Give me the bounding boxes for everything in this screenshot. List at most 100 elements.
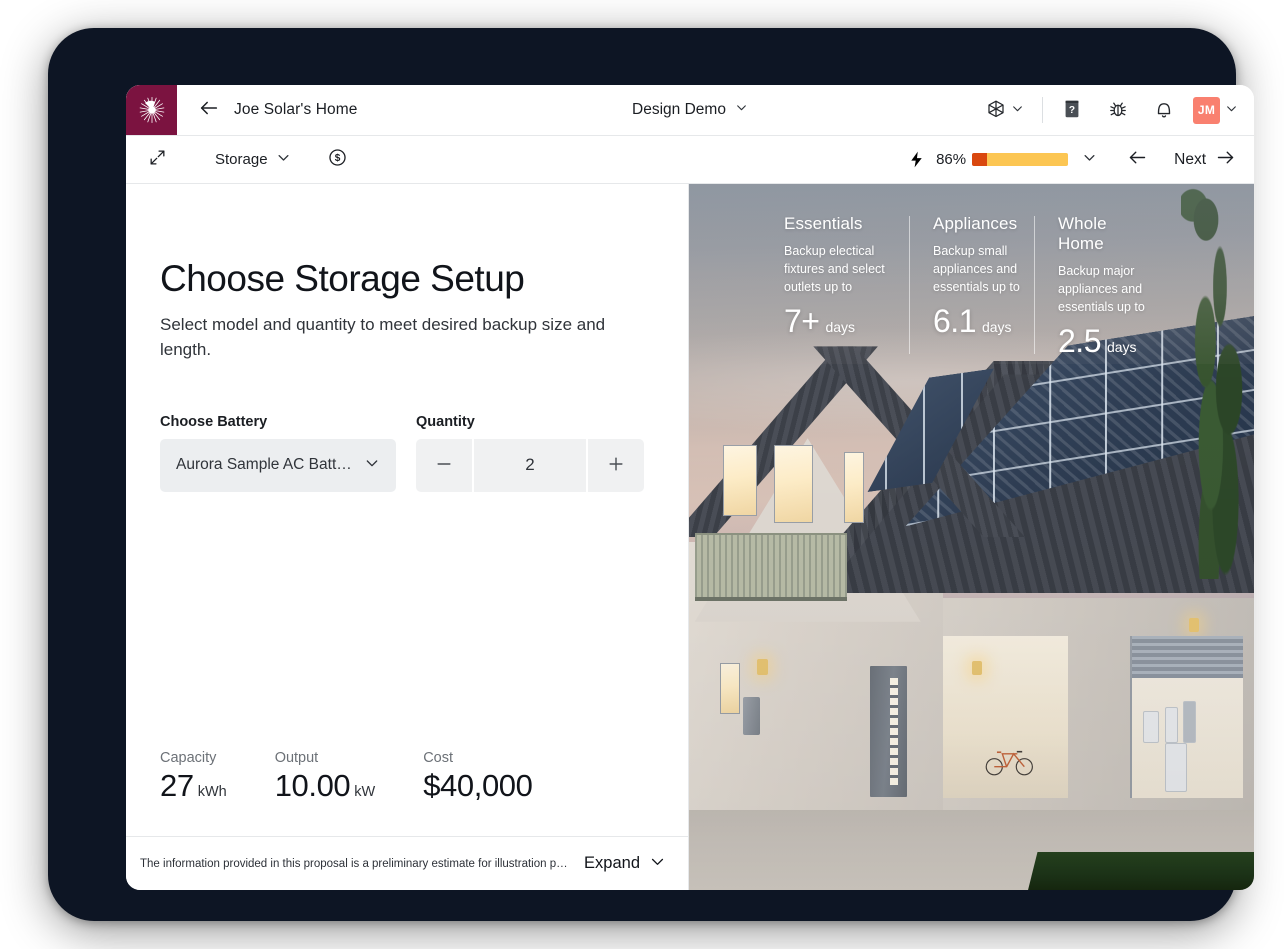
battery-field-group: Choose Battery Aurora Sample AC Batt… [160,414,396,492]
backup-card-description: Backup small appliances and essentials u… [933,244,1020,294]
chevron-down-icon [1225,102,1238,118]
mode-selector-storage[interactable]: Storage [205,144,301,175]
bug-icon [1107,98,1129,123]
stat-value: $40,000 [423,768,533,803]
backup-duration-overlay: Essentials Backup electical fixtures and… [689,184,1254,364]
chevron-down-icon[interactable] [735,101,748,119]
battery-field-label: Choose Battery [160,413,268,430]
top-bar-actions: ? JM [974,85,1254,135]
expand-label: Expand [584,854,640,872]
chevron-down-icon [276,150,291,169]
chevron-down-icon [649,853,666,875]
next-step-button[interactable]: Next [1160,141,1244,179]
storage-summary-stats: Capacity 27 kWh Output 10.00 kW Cost $40,0… [160,750,654,836]
report-bug-button[interactable] [1095,85,1141,136]
stat-value: 27 [160,768,194,803]
chevron-down-icon [364,455,380,476]
minus-icon [434,454,454,477]
backup-card-title: Whole Home [1058,214,1107,253]
secondary-toolbar: Storage $ 86% Next [126,136,1254,184]
stat-cost: Cost $40,000 [423,750,536,804]
stat-unit: kW [354,784,376,800]
quantity-increment-button[interactable] [588,438,644,492]
project-title: Joe Solar's Home [234,101,358,118]
fullscreen-expand-button[interactable] [142,142,177,177]
notifications-button[interactable] [1141,85,1187,136]
chevron-down-icon [1011,102,1024,118]
stat-caption: Capacity [160,750,217,766]
svg-text:$: $ [334,153,340,164]
3d-cube-icon [986,99,1006,122]
progress-segment-consumption [972,153,988,166]
design-progress-percent: 86% [936,151,967,168]
user-menu-button[interactable]: JM [1187,85,1242,136]
quantity-stepper: 2 [416,438,644,492]
backup-days-unit: days [981,319,1012,336]
battery-select-value: Aurora Sample AC Batt… [176,456,352,474]
help-button[interactable]: ? [1049,85,1095,136]
quantity-value[interactable]: 2 [474,438,586,492]
backup-card-title: Essentials [784,214,863,233]
aurora-sunburst-logo[interactable] [126,85,177,135]
configuration-fields: Choose Battery Aurora Sample AC Batt… Qu… [160,414,654,492]
storage-setup-panel: Choose Storage Setup Select model and qu… [126,184,689,890]
backup-days-value: 7+ [784,303,820,340]
design-name: Design Demo [632,101,726,118]
project-breadcrumb[interactable]: Joe Solar's Home [177,85,357,135]
arrow-left-icon[interactable] [198,97,220,124]
backup-card-duration: 7+ days [784,303,895,340]
expand-diagonal-arrows-icon [148,148,167,171]
stat-unit: kWh [197,784,227,800]
stat-value: 10.00 [274,768,351,803]
dollar-circle-icon: $ [327,147,348,172]
mode-label: Storage [215,151,268,168]
toolbar-divider [1042,97,1043,123]
progress-segment-offset [987,153,1069,166]
progress-details-button[interactable] [1074,144,1105,175]
3d-view-button[interactable] [974,85,1036,136]
page-title: Choose Storage Setup [160,258,525,299]
backup-days-unit: days [825,319,856,336]
pricing-button[interactable]: $ [317,141,358,178]
previous-step-button[interactable] [1117,141,1158,178]
stat-capacity: Capacity 27 kWh [160,750,227,804]
stat-value-wrap: 27 kWh [160,768,227,804]
design-progress-group: 86% Next [907,141,1244,179]
quantity-decrement-button[interactable] [416,438,472,492]
plus-icon [606,454,626,477]
backup-days-value: 2.5 [1058,323,1101,360]
backup-card-description: Backup major appliances and essentials u… [1058,264,1145,314]
backup-card-appliances: Appliances Backup small appliances and e… [909,214,1034,364]
quantity-field-group: Quantity 2 [416,414,644,492]
design-visualization-panel[interactable]: Essentials Backup electical fixtures and… [689,184,1254,890]
backup-card-description: Backup electical fixtures and select out… [784,244,885,294]
backup-card-whole-home: Whole Home Backup major appliances and e… [1034,214,1159,364]
arrow-right-icon [1215,147,1236,173]
lightning-bolt-icon [907,150,926,169]
arrow-left-icon [1127,147,1148,172]
next-label: Next [1174,150,1206,168]
backup-card-duration: 2.5 days [1058,323,1145,360]
battery-select[interactable]: Aurora Sample AC Batt… [160,438,396,492]
tablet-device-frame: Joe Solar's Home Design Demo ? JM Storag… [48,28,1254,921]
stat-value-wrap: $40,000 [423,768,536,804]
panel-scroll-region: Choose Storage Setup Select model and qu… [126,184,688,836]
stat-caption: Output [274,750,319,766]
stat-output: Output 10.00 kW [275,750,376,804]
disclaimer-text: The information provided in this proposa… [140,857,571,870]
design-progress-bar [972,153,1069,166]
page-subtitle: Select model and quantity to meet desire… [160,315,606,360]
top-navigation-bar: Joe Solar's Home Design Demo ? JM [126,85,1254,136]
expand-disclaimer-button[interactable]: Expand [570,853,666,875]
quantity-field-label: Quantity [416,413,475,430]
backup-days-value: 6.1 [933,303,976,340]
stat-caption: Cost [423,750,454,766]
avatar: JM [1193,96,1220,124]
backup-card-title: Appliances [933,214,1018,233]
backup-card-essentials: Essentials Backup electical fixtures and… [784,214,909,364]
content-area: Choose Storage Setup Select model and qu… [126,184,1254,890]
disclaimer-bar: The information provided in this proposa… [126,836,688,890]
chevron-down-icon [1082,150,1097,169]
help-book-icon: ? [1061,98,1083,123]
svg-text:?: ? [1069,105,1075,116]
